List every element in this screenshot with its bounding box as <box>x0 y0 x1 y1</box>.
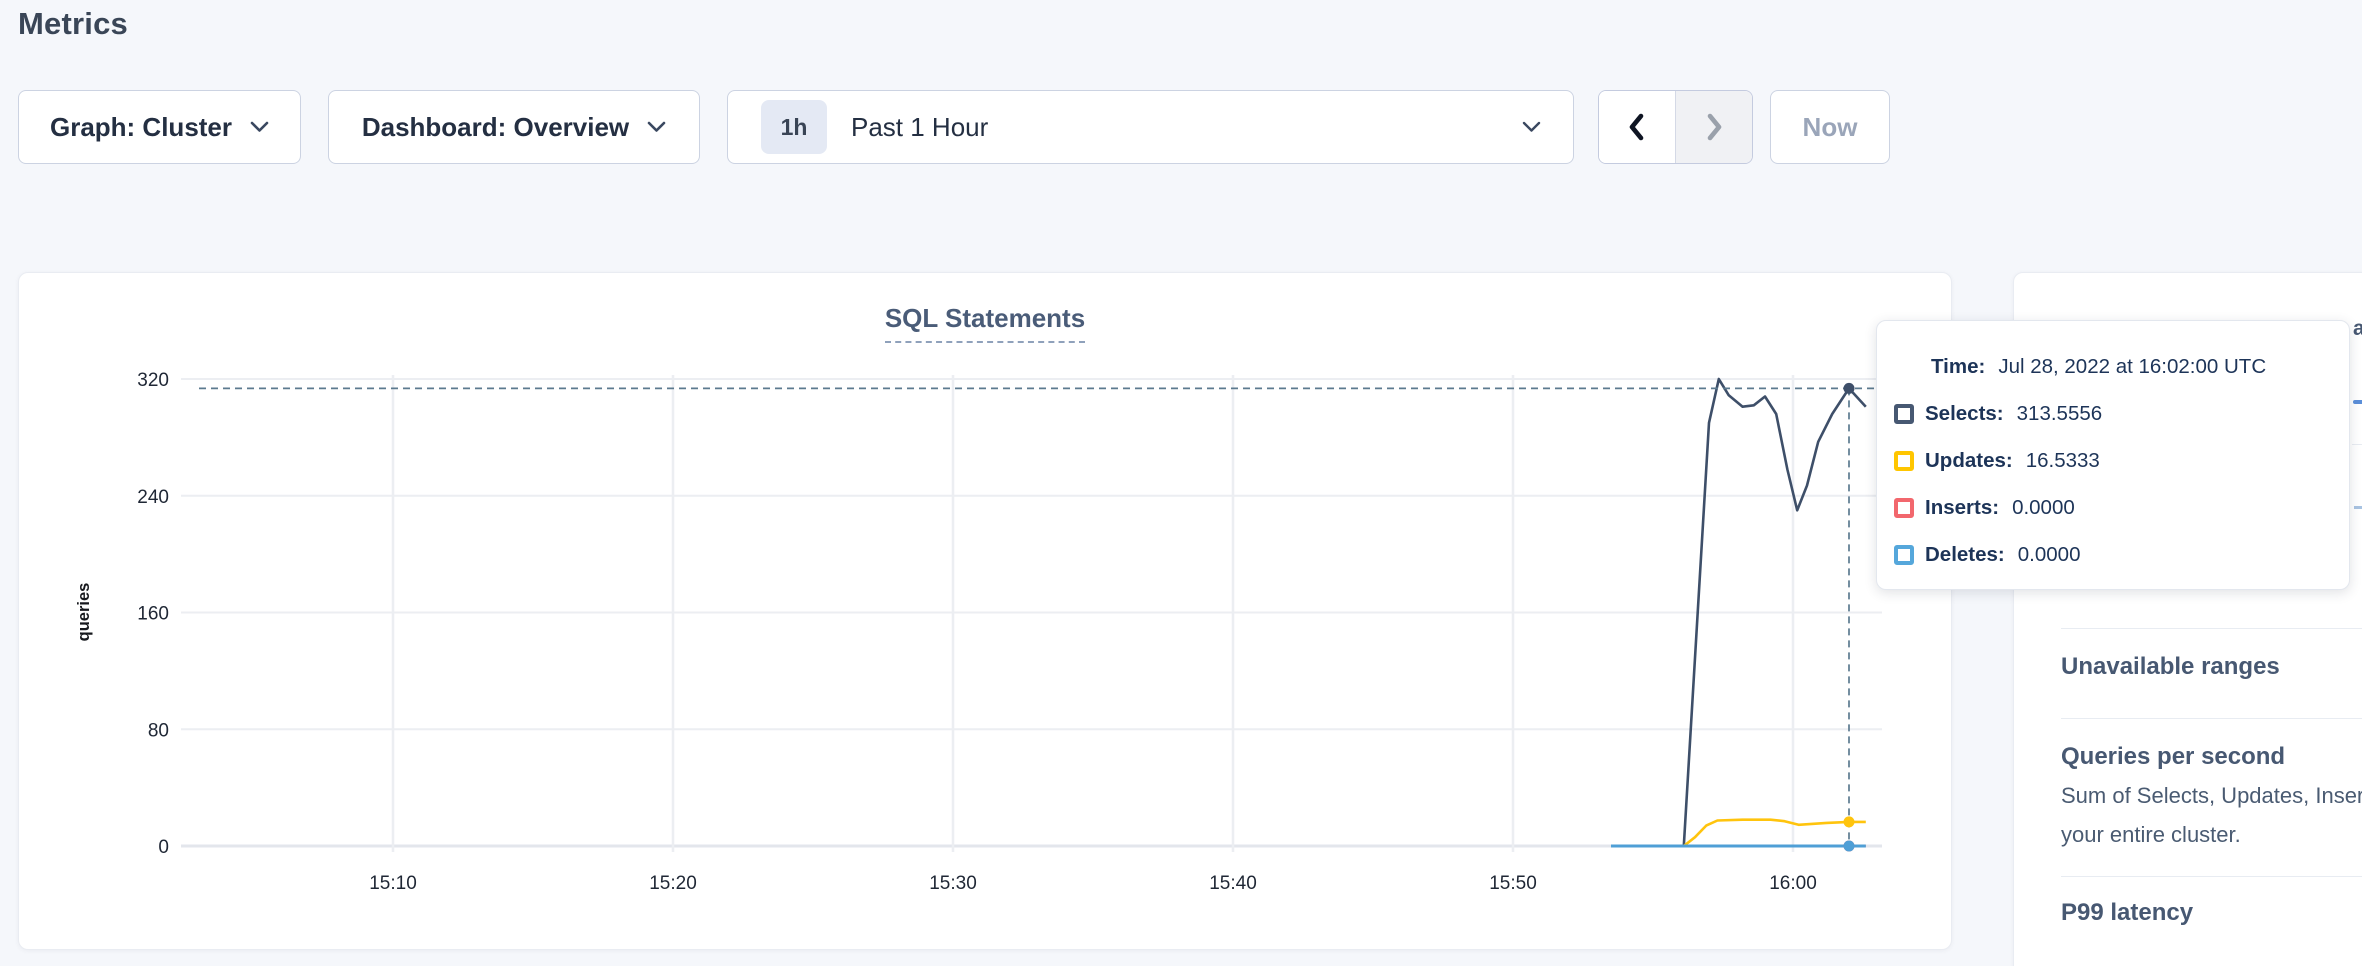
series-swatch-icon <box>1894 451 1914 471</box>
series-swatch-icon <box>1894 404 1914 424</box>
clipped-content-fragment <box>2353 400 2362 404</box>
time-range-label: Past 1 Hour <box>851 112 988 143</box>
graph-dropdown[interactable]: Graph: Cluster <box>18 90 301 164</box>
tooltip-series-value: 0.0000 <box>2012 496 2075 520</box>
tooltip-series-value: 313.5556 <box>2017 402 2103 426</box>
sidebar-divider <box>2061 876 2362 877</box>
x-tick-label: 15:20 <box>649 873 697 894</box>
series-swatch-icon <box>1894 498 1914 518</box>
page-title: Metrics <box>18 6 128 42</box>
sidebar-item-unavailable-ranges: Unavailable ranges <box>2061 653 2280 681</box>
tooltip-time-value: Jul 28, 2022 at 16:02:00 UTC <box>1998 355 2266 379</box>
sidebar-divider <box>2061 718 2362 719</box>
hover-dot-selects <box>1844 383 1855 394</box>
tooltip-time-row: Time: Jul 28, 2022 at 16:02:00 UTC <box>1894 353 2329 381</box>
tooltip-series-row: Deletes: 0.0000 <box>1894 541 2329 569</box>
y-tick-label: 320 <box>137 370 169 391</box>
sidebar-item-queries-per-second: Queries per second <box>2061 743 2285 771</box>
clipped-content-fragment: a <box>2353 317 2362 341</box>
time-range-selector[interactable]: 1h Past 1 Hour <box>727 90 1574 164</box>
x-tick-label: 15:10 <box>369 873 417 894</box>
tooltip-series-row: Inserts: 0.0000 <box>1894 494 2329 522</box>
chevron-right-icon <box>1703 111 1725 143</box>
sql-statements-chart-card: 0 80 160 240 320 15:10 15:20 15:30 15:40 15:50 16:… <box>18 272 1952 950</box>
tooltip-series-label: Inserts: <box>1925 496 1999 520</box>
tooltip-series-value: 16.5333 <box>2026 449 2100 473</box>
tooltip-time-label: Time: <box>1931 355 1985 379</box>
tooltip-series-label: Selects: <box>1925 402 2004 426</box>
series-line-updates <box>1611 820 1866 846</box>
time-pager <box>1598 90 1753 164</box>
x-tick-label: 15:50 <box>1489 873 1537 894</box>
x-tick-label: 15:30 <box>929 873 977 894</box>
x-tick-label: 16:00 <box>1769 873 1817 894</box>
chart-hover-tooltip: Time: Jul 28, 2022 at 16:02:00 UTC Selec… <box>1876 320 2350 590</box>
y-axis-label: queries <box>75 583 93 642</box>
x-tick-label: 15:40 <box>1209 873 1257 894</box>
tooltip-series-row: Updates: 16.5333 <box>1894 447 2329 475</box>
chevron-down-icon <box>647 121 666 133</box>
sidebar-divider <box>2061 628 2362 629</box>
y-tick-label: 240 <box>137 487 169 508</box>
series-swatch-icon <box>1894 545 1914 565</box>
hover-dot-updates <box>1844 816 1855 827</box>
prev-range-button[interactable] <box>1599 91 1675 163</box>
graph-dropdown-label: Graph: Cluster <box>50 112 232 143</box>
chevron-down-icon <box>1522 121 1541 133</box>
dashboard-dropdown[interactable]: Dashboard: Overview <box>328 90 700 164</box>
chevron-down-icon <box>250 121 269 133</box>
chart-title[interactable]: SQL Statements <box>885 303 1085 343</box>
sidebar-item-description: Sum of Selects, Updates, Inser <box>2061 783 2362 809</box>
clipped-content-fragment <box>2354 506 2362 509</box>
chevron-left-icon <box>1626 111 1648 143</box>
tooltip-series-row: Selects: 313.5556 <box>1894 400 2329 428</box>
sidebar-item-description: your entire cluster. <box>2061 822 2241 848</box>
y-tick-label: 0 <box>158 837 169 858</box>
sql-statements-chart[interactable]: 0 80 160 240 320 15:10 15:20 15:30 15:40 15:50 16:… <box>19 273 1953 951</box>
tooltip-series-value: 0.0000 <box>2018 543 2081 567</box>
dashboard-dropdown-label: Dashboard: Overview <box>362 112 629 143</box>
y-tick-label: 160 <box>137 604 169 625</box>
sidebar-item-p99-latency: P99 latency <box>2061 899 2193 927</box>
hover-dot-deletes <box>1844 841 1855 852</box>
clipped-content-fragment <box>2352 444 2362 445</box>
now-button[interactable]: Now <box>1770 90 1890 164</box>
tooltip-series-label: Updates: <box>1925 449 2013 473</box>
tooltip-series-label: Deletes: <box>1925 543 2005 567</box>
y-tick-label: 80 <box>148 720 169 741</box>
time-range-badge: 1h <box>761 100 827 154</box>
next-range-button[interactable] <box>1676 91 1752 163</box>
